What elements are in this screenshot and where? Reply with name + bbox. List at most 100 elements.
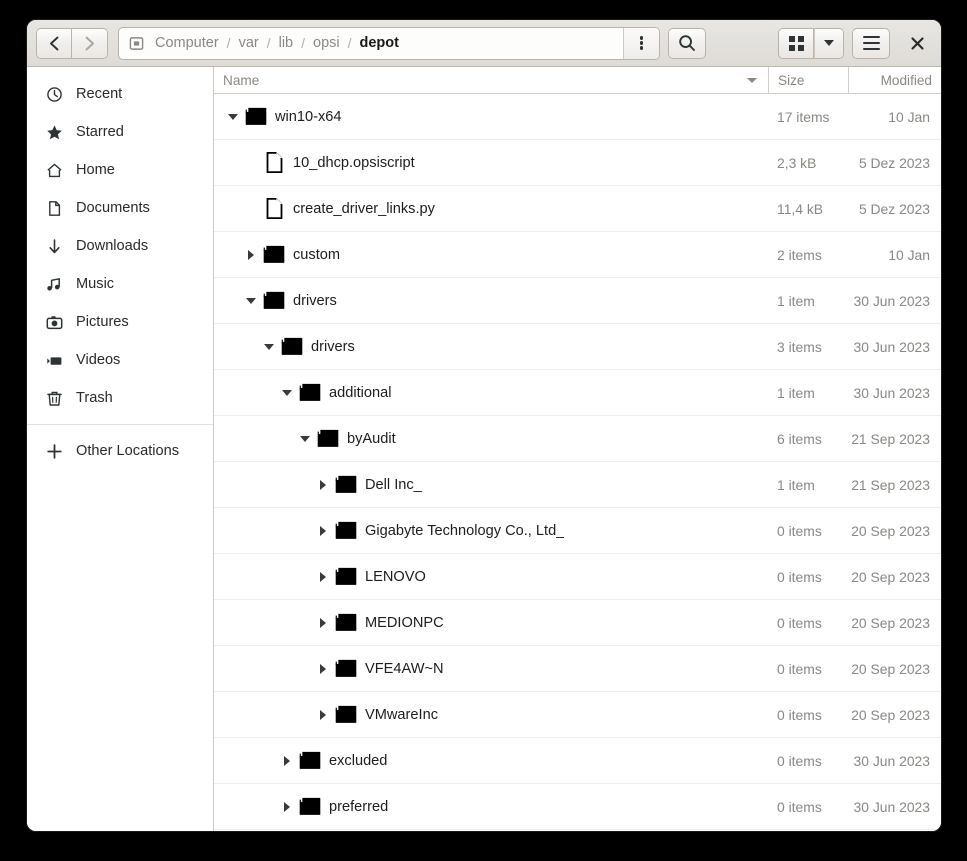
file-name-label: VMwareInc (365, 706, 438, 723)
expander-expand-icon[interactable] (314, 568, 332, 586)
sidebar-item-label: Recent (76, 86, 123, 102)
sidebar: Recent Starred Home Documents Downloads Music… (27, 67, 214, 831)
table-row[interactable]: MEDIONPC 0 items 20 Sep 2023 (214, 600, 941, 646)
file-modified-cell: 30 Jun 2023 (853, 338, 930, 355)
table-row[interactable]: LENOVO 0 items 20 Sep 2023 (214, 554, 941, 600)
expander-expand-icon[interactable] (278, 752, 296, 770)
expander-collapse-icon[interactable] (278, 384, 296, 402)
folder-icon (335, 703, 357, 727)
sidebar-item-label: Home (76, 162, 115, 178)
sidebar-item-music[interactable]: Music (27, 265, 213, 303)
expander-expand-icon[interactable] (314, 522, 332, 540)
table-row[interactable]: custom 2 items 10 Jan (214, 232, 941, 278)
file-size-cell: 2,3 kB (777, 154, 817, 171)
file-size-cell: 0 items (777, 706, 822, 723)
kebab-dot (639, 46, 644, 50)
breadcrumb-lib[interactable]: lib (273, 33, 300, 53)
back-button[interactable] (36, 27, 72, 59)
expander-expand-icon[interactable] (314, 706, 332, 724)
file-size-cell: 1 item (777, 384, 815, 401)
file-size-cell: 0 items (777, 568, 822, 585)
file-name-label: drivers (293, 292, 337, 309)
file-name-label: create_driver_links.py (293, 200, 435, 217)
sidebar-item-other-locations[interactable]: Other Locations (27, 432, 213, 470)
file-rows: win10-x64 17 items 10 Jan 10_dhcp.opsiscrip… (214, 94, 941, 831)
folder-icon (335, 519, 357, 543)
sort-descending-icon (747, 77, 757, 83)
file-name-label: byAudit (347, 430, 396, 447)
file-size-cell: 1 item (777, 476, 815, 493)
breadcrumb-computer[interactable]: Computer (149, 33, 225, 53)
forward-button[interactable] (72, 27, 108, 59)
sidebar-item-trash[interactable]: Trash (27, 379, 213, 417)
table-row[interactable]: VFE4AW~N 0 items 20 Sep 2023 (214, 646, 941, 692)
chevron-right-icon (85, 36, 94, 50)
table-row[interactable]: win10-x64 17 items 10 Jan (214, 94, 941, 140)
header-right-controls (778, 27, 932, 59)
music-note-icon (46, 276, 63, 293)
file-modified-cell: 10 Jan (888, 108, 930, 125)
plus-icon (46, 443, 63, 460)
column-header-modified[interactable]: Modified (848, 67, 941, 93)
sidebar-item-starred[interactable]: Starred (27, 113, 213, 151)
breadcrumb-depot[interactable]: depot (354, 33, 405, 53)
main-menu-button[interactable] (852, 27, 890, 59)
file-size-cell: 11,4 kB (777, 200, 824, 217)
view-options-dropdown[interactable] (814, 27, 844, 59)
table-row[interactable]: 10_dhcp.opsiscript 2,3 kB 5 Dez 2023 (214, 140, 941, 186)
table-row[interactable]: additional 1 item 30 Jun 2023 (214, 370, 941, 416)
file-name-label: preferred (329, 798, 389, 815)
sidebar-item-label: Other Locations (76, 443, 180, 459)
expander-collapse-icon[interactable] (296, 430, 314, 448)
breadcrumb-separator: / (266, 35, 271, 51)
sidebar-item-label: Trash (76, 390, 113, 406)
expander-collapse-icon[interactable] (224, 108, 242, 126)
expander-expand-icon[interactable] (278, 798, 296, 816)
sidebar-item-recent[interactable]: Recent (27, 75, 213, 113)
table-row[interactable]: VMwareInc 0 items 20 Sep 2023 (214, 692, 941, 738)
expander-expand-icon[interactable] (314, 476, 332, 494)
file-name-label: 10_dhcp.opsiscript (293, 154, 415, 171)
grid-view-button[interactable] (778, 27, 814, 59)
sidebar-item-home[interactable]: Home (27, 151, 213, 189)
file-modified-cell: 5 Dez 2023 (858, 200, 930, 217)
window-body: Recent Starred Home Documents Downloads Music… (27, 67, 941, 831)
expander-collapse-icon[interactable] (260, 338, 278, 356)
expander-expand-icon[interactable] (314, 614, 332, 632)
table-row[interactable]: excluded 0 items 30 Jun 2023 (214, 738, 941, 784)
sidebar-item-documents[interactable]: Documents (27, 189, 213, 227)
file-modified-cell: 21 Sep 2023 (851, 430, 930, 447)
table-row[interactable]: byAudit 6 items 21 Sep 2023 (214, 416, 941, 462)
search-button[interactable] (668, 27, 706, 59)
expander-expand-icon[interactable] (314, 660, 332, 678)
file-name-cell: VMwareInc (214, 703, 768, 727)
computer-icon (129, 36, 144, 51)
path-options-button[interactable] (623, 27, 659, 59)
column-header-size[interactable]: Size (768, 67, 848, 93)
file-name-cell: LENOVO (214, 565, 768, 589)
file-name-cell: custom (214, 243, 768, 267)
file-modified-cell: 30 Jun 2023 (853, 752, 930, 769)
sidebar-item-downloads[interactable]: Downloads (27, 227, 213, 265)
expander-expand-icon[interactable] (242, 246, 260, 264)
table-row[interactable]: Gigabyte Technology Co., Ltd_ 0 items 20 S… (214, 508, 941, 554)
sidebar-item-pictures[interactable]: Pictures (27, 303, 213, 341)
table-row[interactable]: drivers 1 item 30 Jun 2023 (214, 278, 941, 324)
table-row[interactable]: drivers 3 items 30 Jun 2023 (214, 324, 941, 370)
folder-icon (263, 243, 285, 267)
file-modified-cell: 30 Jun 2023 (853, 292, 930, 309)
table-row[interactable]: create_driver_links.py 11,4 kB 5 Dez 2023 (214, 186, 941, 232)
folder-icon (299, 749, 321, 773)
expander-collapse-icon[interactable] (242, 292, 260, 310)
file-name-label: Dell Inc_ (365, 476, 422, 493)
table-row[interactable]: Dell Inc_ 1 item 21 Sep 2023 (214, 462, 941, 508)
column-header-name[interactable]: Name (214, 67, 768, 93)
table-row[interactable]: preferred 0 items 30 Jun 2023 (214, 784, 941, 830)
kebab-dot (639, 36, 644, 40)
folder-icon (335, 565, 357, 589)
close-window-button[interactable] (902, 28, 932, 58)
breadcrumb-separator: / (301, 35, 306, 51)
breadcrumb-var[interactable]: var (233, 33, 265, 53)
breadcrumb-opsi[interactable]: opsi (307, 33, 346, 53)
sidebar-item-videos[interactable]: Videos (27, 341, 213, 379)
